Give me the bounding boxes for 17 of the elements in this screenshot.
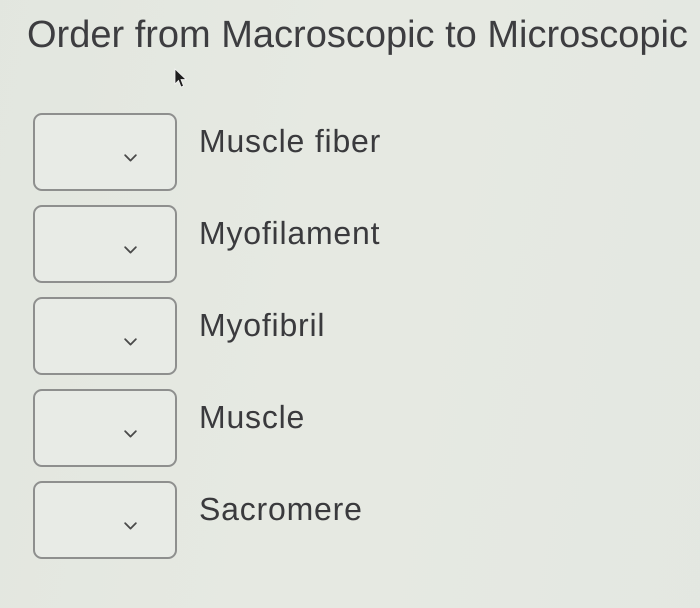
item-label: Myofibril — [199, 306, 326, 344]
item-label: Sacromere — [199, 490, 363, 528]
chevron-down-icon — [124, 430, 137, 438]
chevron-down-icon — [124, 154, 137, 162]
chevron-down-icon — [124, 338, 137, 346]
item-label: Muscle — [199, 398, 306, 436]
question-title: Order from Macroscopic to Microscopic — [27, 13, 688, 58]
item-label: Muscle fiber — [199, 122, 382, 160]
chevron-down-icon — [124, 522, 137, 530]
answer-dropdown[interactable] — [33, 389, 177, 467]
answer-dropdown[interactable] — [33, 113, 177, 191]
answer-dropdown[interactable] — [33, 297, 177, 375]
mouse-pointer-icon — [174, 68, 188, 88]
answer-dropdown[interactable] — [33, 481, 177, 559]
item-label: Myofilament — [199, 214, 380, 252]
chevron-down-icon — [124, 246, 137, 254]
answer-dropdown[interactable] — [33, 205, 177, 283]
